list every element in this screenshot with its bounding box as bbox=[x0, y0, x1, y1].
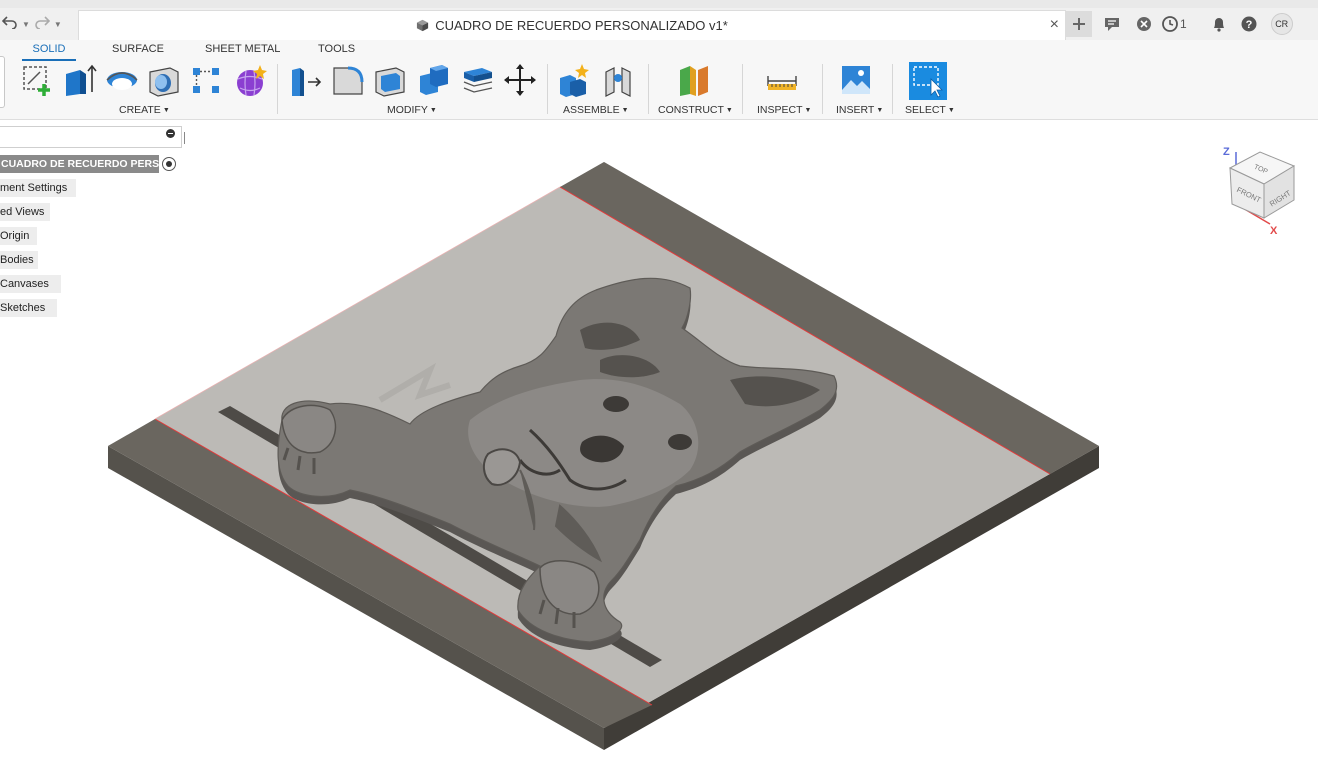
document-tab[interactable]: CUADRO DE RECUERDO PERSONALIZADO v1* × bbox=[78, 10, 1066, 40]
job-count: 1 bbox=[1180, 17, 1187, 31]
joint-icon[interactable] bbox=[600, 62, 636, 98]
redo-menu-caret-icon[interactable]: ▼ bbox=[54, 20, 62, 29]
ribbon-separator bbox=[822, 64, 823, 114]
toolbar-ribbon: SOLID SURFACE SHEET METAL TOOLS CREATE▼ bbox=[0, 40, 1318, 120]
extrude-icon[interactable] bbox=[62, 62, 98, 98]
job-status-clock-icon[interactable]: 1 bbox=[1162, 10, 1187, 38]
browser-node-document-settings[interactable]: ment Settings bbox=[0, 179, 76, 197]
fillet-icon[interactable] bbox=[330, 62, 366, 98]
measure-icon[interactable] bbox=[764, 62, 800, 98]
ribbon-separator bbox=[892, 64, 893, 114]
revolve-icon[interactable] bbox=[104, 62, 140, 98]
tab-sheet-metal[interactable]: SHEET METAL bbox=[205, 43, 280, 55]
viewcube[interactable]: Z X TOP FRONT RIGHT bbox=[1218, 138, 1308, 238]
activate-component-radio-icon[interactable] bbox=[162, 157, 176, 171]
offset-face-icon[interactable] bbox=[460, 62, 496, 98]
undo-menu-caret-icon[interactable]: ▼ bbox=[22, 20, 30, 29]
redo-icon[interactable] bbox=[34, 15, 51, 33]
document-title: CUADRO DE RECUERDO PERSONALIZADO v1* bbox=[435, 18, 728, 33]
notifications-bell-icon[interactable] bbox=[1205, 10, 1233, 38]
extensions-icon[interactable] bbox=[1130, 10, 1158, 38]
modify-group-label[interactable]: MODIFY ▼ bbox=[387, 104, 437, 116]
window-top-strip bbox=[0, 0, 1318, 8]
combine-icon[interactable] bbox=[416, 62, 452, 98]
active-tab-underline bbox=[22, 59, 76, 61]
offset-plane-icon[interactable] bbox=[676, 62, 712, 98]
tab-tools[interactable]: TOOLS bbox=[318, 43, 355, 55]
inspect-group-label[interactable]: INSPECT ▼ bbox=[757, 104, 811, 116]
viewcube-x-label: X bbox=[1270, 225, 1278, 237]
create-group-label[interactable]: CREATE ▼ bbox=[119, 104, 170, 116]
select-window-icon[interactable] bbox=[909, 62, 947, 100]
dog-eye-left bbox=[603, 396, 629, 412]
browser-pin-icon[interactable] bbox=[184, 132, 185, 144]
viewcube-z-label: Z bbox=[1223, 146, 1230, 158]
close-tab-icon[interactable]: × bbox=[1050, 16, 1059, 34]
tab-solid[interactable]: SOLID bbox=[22, 43, 76, 55]
create-sketch-icon[interactable] bbox=[20, 62, 56, 98]
comments-icon[interactable] bbox=[1098, 10, 1126, 38]
design-cube-icon bbox=[417, 19, 429, 32]
help-icon[interactable]: ? bbox=[1235, 10, 1263, 38]
browser-node-sketches[interactable]: Sketches bbox=[0, 299, 57, 317]
select-group-label[interactable]: SELECT ▼ bbox=[905, 104, 955, 116]
assemble-dropdown-icon[interactable]: ▼ bbox=[622, 107, 629, 114]
undo-redo-controls: ▼ ▼ bbox=[0, 8, 78, 40]
ribbon-separator bbox=[648, 64, 649, 114]
svg-text:?: ? bbox=[1245, 19, 1252, 31]
browser-node-bodies[interactable]: Bodies bbox=[0, 251, 38, 269]
dog-eye-right bbox=[668, 434, 692, 450]
hole-icon[interactable] bbox=[146, 62, 182, 98]
insert-group-label[interactable]: INSERT ▼ bbox=[836, 104, 883, 116]
inspect-dropdown-icon[interactable]: ▼ bbox=[805, 107, 812, 114]
document-title-wrap: CUADRO DE RECUERDO PERSONALIZADO v1* bbox=[79, 18, 1065, 33]
tab-surface[interactable]: SURFACE bbox=[112, 43, 164, 55]
create-form-icon[interactable] bbox=[232, 62, 268, 98]
insert-dropdown-icon[interactable]: ▼ bbox=[876, 107, 883, 114]
pattern-icon[interactable] bbox=[188, 62, 224, 98]
move-copy-icon[interactable] bbox=[502, 62, 538, 98]
browser-node-origin[interactable]: Origin bbox=[0, 227, 37, 245]
construct-group-label[interactable]: CONSTRUCT ▼ bbox=[658, 104, 733, 116]
construct-dropdown-icon[interactable]: ▼ bbox=[726, 107, 733, 114]
canvas-viewport[interactable] bbox=[0, 121, 1318, 764]
title-bar-actions: 1 ? CR bbox=[1066, 8, 1318, 40]
select-dropdown-icon[interactable]: ▼ bbox=[948, 107, 955, 114]
ribbon-separator bbox=[547, 64, 548, 114]
browser-node-canvases[interactable]: Canvases bbox=[0, 275, 61, 293]
create-dropdown-icon[interactable]: ▼ bbox=[163, 107, 170, 114]
browser-node-named-views[interactable]: ed Views bbox=[0, 203, 50, 221]
new-component-icon[interactable] bbox=[556, 62, 592, 98]
assemble-group-label[interactable]: ASSEMBLE ▼ bbox=[563, 104, 629, 116]
shell-icon[interactable] bbox=[372, 62, 408, 98]
undo-icon[interactable] bbox=[1, 15, 18, 33]
browser-panel: CUADRO DE RECUERDO PERSO... ment Setting… bbox=[0, 124, 190, 324]
modify-dropdown-icon[interactable]: ▼ bbox=[430, 107, 437, 114]
collapse-browser-icon[interactable] bbox=[166, 129, 175, 138]
press-pull-icon[interactable] bbox=[288, 62, 324, 98]
ribbon-separator bbox=[277, 64, 278, 114]
insert-canvas-icon[interactable] bbox=[838, 62, 874, 98]
data-panel-edge[interactable] bbox=[0, 56, 5, 108]
user-avatar[interactable]: CR bbox=[1270, 13, 1293, 35]
new-tab-plus-icon[interactable] bbox=[1066, 11, 1092, 37]
browser-header bbox=[0, 126, 182, 148]
ribbon-separator bbox=[742, 64, 743, 114]
browser-root-node[interactable]: CUADRO DE RECUERDO PERSO... bbox=[0, 155, 159, 173]
